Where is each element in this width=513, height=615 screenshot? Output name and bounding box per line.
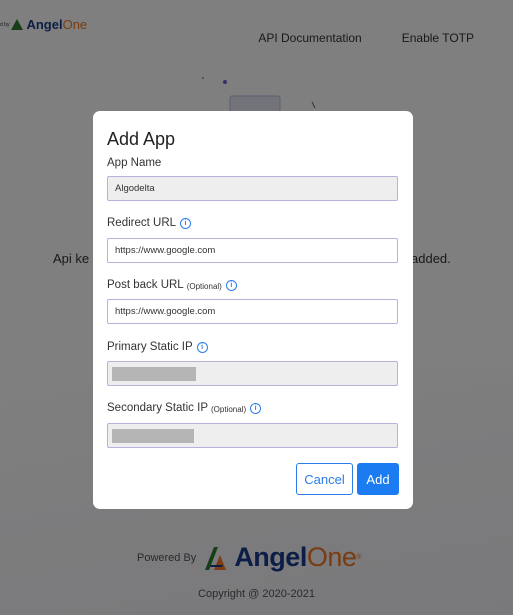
secondary-static-ip-label: Secondary Static IP (Optional) i <box>107 402 262 414</box>
primary-static-ip-input[interactable] <box>107 361 398 386</box>
info-icon[interactable]: i <box>180 217 192 229</box>
redirect-url-label: Redirect URL i <box>107 217 192 229</box>
post-back-url-label-text: Post back URL <box>107 279 184 291</box>
info-icon[interactable]: i <box>225 279 237 291</box>
redirect-url-input[interactable] <box>107 238 398 263</box>
optional-tag: (Optional) <box>186 281 222 291</box>
app-name-input[interactable] <box>107 176 398 201</box>
secondary-static-ip-input[interactable] <box>107 423 398 448</box>
redacted-value <box>112 367 196 381</box>
redacted-value <box>112 429 194 443</box>
optional-tag: (Optional) <box>211 404 247 414</box>
cancel-button[interactable]: Cancel <box>296 463 353 495</box>
primary-static-ip-label: Primary Static IP i <box>107 341 208 353</box>
redirect-url-label-text: Redirect URL <box>107 217 177 229</box>
primary-static-ip-label-text: Primary Static IP <box>107 341 193 353</box>
secondary-static-ip-label-text: Secondary Static IP <box>107 402 208 414</box>
add-app-modal: Add App App Name Redirect URL i Post bac… <box>93 111 413 509</box>
post-back-url-input[interactable] <box>107 299 398 324</box>
post-back-url-label: Post back URL (Optional) i <box>107 279 237 291</box>
info-icon[interactable]: i <box>196 341 208 353</box>
add-button[interactable]: Add <box>357 463 399 495</box>
app-name-label: App Name <box>107 157 161 169</box>
info-icon[interactable]: i <box>250 402 262 414</box>
modal-title: Add App <box>107 129 176 149</box>
app-name-label-text: App Name <box>107 157 162 169</box>
